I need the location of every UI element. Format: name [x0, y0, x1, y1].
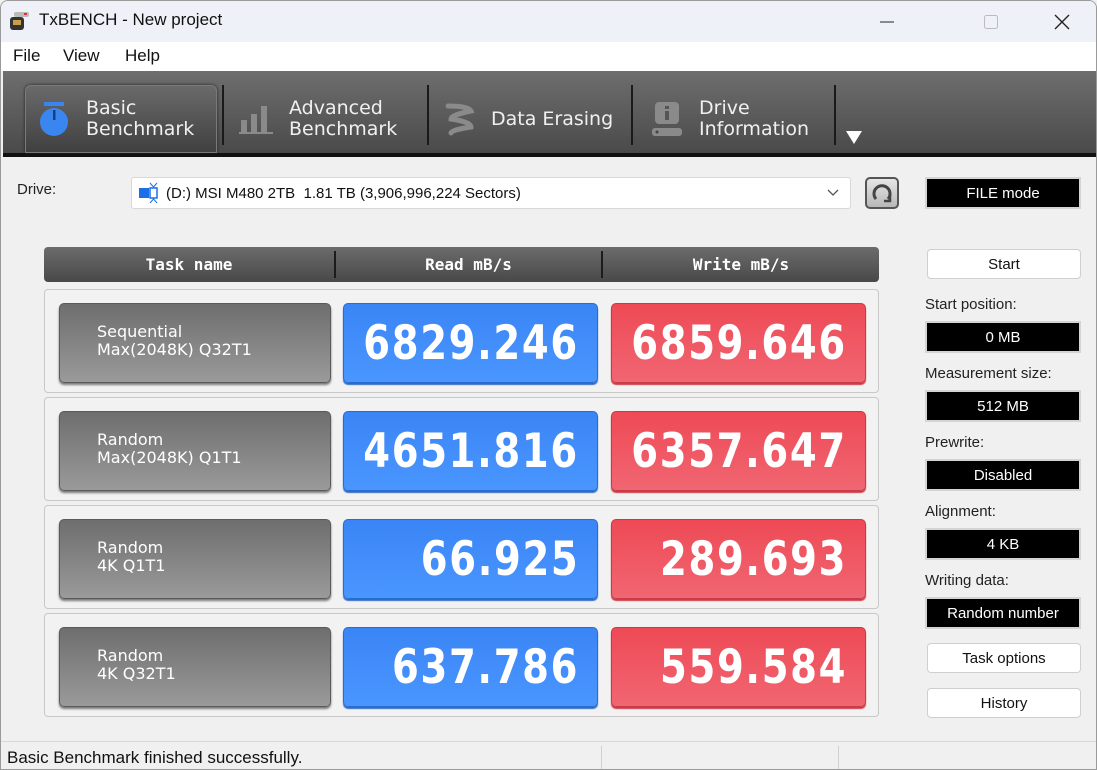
write-value: 559.584: [659, 639, 847, 695]
result-row: Random 4K Q32T1 637.786 559.584: [44, 613, 879, 717]
read-result: 637.786: [343, 627, 598, 707]
mode-indicator: FILE mode: [925, 177, 1081, 209]
start-button[interactable]: Start: [927, 249, 1081, 279]
status-divider: [838, 746, 839, 769]
read-value: 66.925: [420, 531, 579, 587]
tab-basic-benchmark[interactable]: Basic Benchmark: [25, 85, 217, 153]
write-value: 289.693: [659, 531, 847, 587]
read-value: 4651.816: [363, 423, 579, 479]
tab-label-line1: Drive: [699, 97, 750, 119]
write-result: 6357.647: [611, 411, 866, 491]
column-header-read: Read mB/s: [425, 255, 512, 274]
more-tabs-dropdown-icon[interactable]: [846, 131, 862, 144]
maximize-icon: [984, 14, 998, 29]
drive-info-icon: [652, 102, 682, 136]
menu-file[interactable]: File: [13, 46, 40, 66]
read-result: 4651.816: [343, 411, 598, 491]
column-header-task-name: Task name: [145, 255, 233, 274]
close-button[interactable]: [1032, 1, 1092, 42]
tab-divider: [631, 85, 633, 145]
minimize-button[interactable]: [857, 1, 917, 42]
write-result: 6859.646: [611, 303, 866, 383]
prewrite-label: Prewrite:: [925, 434, 985, 451]
prewrite-value: Disabled: [925, 459, 1081, 491]
bar-chart-icon: [239, 106, 273, 134]
status-divider: [601, 746, 602, 769]
write-result: 289.693: [611, 519, 866, 599]
read-value: 637.786: [391, 639, 579, 695]
eraser-icon: [445, 103, 475, 136]
tab-label-line1: Basic: [86, 97, 137, 119]
start-position-value: 0 MB: [925, 321, 1081, 353]
app-logo-icon: [10, 12, 29, 30]
tab-label-line1: Advanced: [289, 97, 383, 119]
measurement-size-label: Measurement size:: [925, 365, 1052, 382]
minimize-icon: [880, 21, 894, 22]
refresh-icon: [872, 184, 892, 203]
result-row: Random Max(2048K) Q1T1 4651.816 6357.647: [44, 397, 879, 501]
result-row: Random 4K Q1T1 66.925 289.693: [44, 505, 879, 609]
drive-select-value: (D:) MSI M480 2TB 1.81 TB (3,906,996,224…: [166, 184, 521, 202]
tab-divider: [427, 85, 429, 145]
refresh-drives-button[interactable]: [865, 177, 899, 209]
main-toolbar: Basic Benchmark Advanced Benchmark Data …: [3, 71, 1096, 157]
task-options-button[interactable]: Task options: [927, 643, 1081, 673]
tab-advanced-benchmark[interactable]: Advanced Benchmark: [239, 85, 424, 153]
app-window: TxBENCH - New project File View Help Bas…: [0, 0, 1097, 770]
menu-bar: File View Help: [1, 42, 1096, 71]
writing-data-value: Random number: [925, 597, 1081, 629]
tab-data-erasing[interactable]: Data Erasing: [445, 85, 630, 153]
tab-divider: [834, 85, 836, 145]
column-header-write: Write mB/s: [692, 255, 790, 274]
start-position-label: Start position:: [925, 296, 1017, 313]
tab-label-line2: Benchmark: [86, 118, 195, 140]
write-result: 559.584: [611, 627, 866, 707]
write-value: 6859.646: [631, 315, 847, 371]
drive-select[interactable]: (D:) MSI M480 2TB 1.81 TB (3,906,996,224…: [131, 177, 851, 209]
title-bar: TxBENCH - New project: [1, 1, 1096, 42]
task-name-button[interactable]: Random 4K Q1T1: [59, 519, 331, 599]
drive-label: Drive:: [17, 181, 57, 198]
tab-label-line2: Benchmark: [289, 118, 398, 140]
results-table-header: Task name Read mB/s Write mB/s: [44, 247, 879, 282]
stopwatch-icon: [40, 102, 68, 136]
menu-help[interactable]: Help: [125, 46, 160, 66]
read-value: 6829.246: [363, 315, 579, 371]
menu-view[interactable]: View: [63, 46, 100, 66]
write-value: 6357.647: [631, 423, 847, 479]
read-result: 66.925: [343, 519, 598, 599]
maximize-button[interactable]: [961, 1, 1021, 42]
drive-icon: [139, 182, 158, 204]
status-message: Basic Benchmark finished successfully.: [7, 748, 303, 767]
status-bar: Basic Benchmark finished successfully.: [1, 741, 1096, 769]
result-row: Sequential Max(2048K) Q32T1 6829.246 685…: [44, 289, 879, 393]
tab-divider: [222, 85, 224, 145]
read-result: 6829.246: [343, 303, 598, 383]
tab-label-line2: Information: [699, 118, 809, 140]
window-title: TxBENCH - New project: [39, 10, 223, 29]
measurement-size-value: 512 MB: [925, 390, 1081, 422]
tab-label-line1: Data Erasing: [491, 107, 614, 130]
task-name-button[interactable]: Random Max(2048K) Q1T1: [59, 411, 331, 491]
chevron-down-icon: [827, 189, 839, 196]
writing-data-label: Writing data:: [925, 572, 1009, 589]
task-name-button[interactable]: Sequential Max(2048K) Q32T1: [59, 303, 331, 383]
tab-drive-information[interactable]: Drive Information: [651, 85, 836, 153]
history-button[interactable]: History: [927, 688, 1081, 718]
task-name-button[interactable]: Random 4K Q32T1: [59, 627, 331, 707]
alignment-label: Alignment:: [925, 503, 996, 520]
close-icon: [1054, 14, 1070, 29]
alignment-value: 4 KB: [925, 528, 1081, 560]
